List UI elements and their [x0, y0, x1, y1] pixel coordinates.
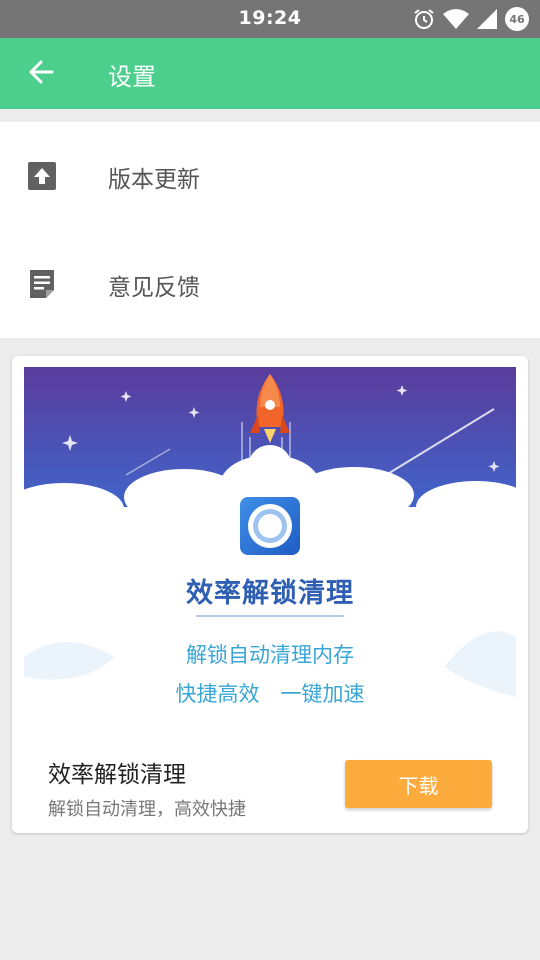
ad-banner[interactable]: 效率解锁清理 解锁自动清理内存 快捷高效 一键加速	[24, 367, 516, 738]
page-title: 设置	[108, 63, 156, 91]
battery-level: 46	[509, 13, 525, 26]
cellular-signal-icon	[476, 8, 498, 30]
download-button[interactable]: 下载	[345, 760, 492, 808]
settings-item-feedback[interactable]: 意见反馈	[0, 230, 540, 338]
ad-app-name: 效率解锁清理	[48, 762, 186, 788]
back-button[interactable]	[14, 49, 68, 99]
settings-item-update[interactable]: 版本更新	[0, 122, 540, 230]
ad-app-description: 解锁自动清理，高效快捷	[48, 799, 246, 820]
status-bar: 19:24 46	[0, 0, 540, 38]
status-icons: 46	[412, 6, 530, 32]
banner-title: 效率解锁清理	[186, 578, 354, 609]
banner-tagline: 快捷高效 一键加速	[175, 682, 365, 706]
settings-item-label: 意见反馈	[108, 275, 200, 301]
battery-icon: 46	[504, 6, 530, 32]
ad-card[interactable]: 效率解锁清理 解锁自动清理内存 快捷高效 一键加速 效率解锁清理 解锁自动清理，…	[12, 356, 528, 833]
settings-item-label: 版本更新	[108, 167, 200, 193]
settings-list: 版本更新 意见反馈	[0, 122, 540, 338]
feedback-note-icon	[26, 268, 58, 300]
cleaner-app-icon	[240, 497, 300, 555]
banner-tagline: 解锁自动清理内存	[186, 643, 354, 667]
app-bar: 设置	[0, 38, 540, 109]
upload-icon	[26, 160, 58, 192]
arrow-left-icon	[28, 59, 54, 89]
wifi-icon	[442, 8, 470, 30]
alarm-icon	[412, 7, 436, 31]
